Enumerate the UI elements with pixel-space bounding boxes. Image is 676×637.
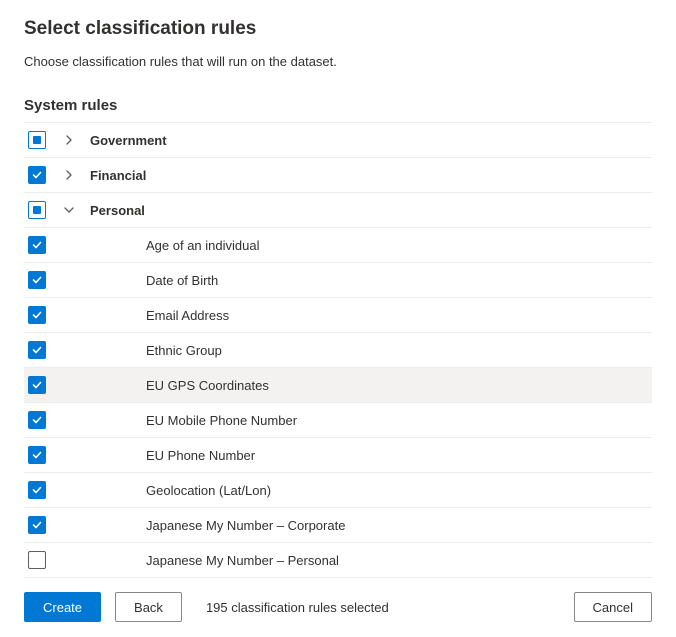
child-label: Date of Birth (146, 273, 218, 288)
checkbox-checked[interactable] (28, 271, 46, 289)
checkbox-checked[interactable] (28, 376, 46, 394)
child-row[interactable]: Email Address (24, 298, 652, 333)
checkbox-partial[interactable] (28, 131, 46, 149)
footer-bar: Create Back 195 classification rules sel… (24, 578, 652, 636)
child-row[interactable]: Japanese My Number – Corporate (24, 508, 652, 543)
child-row[interactable]: Geolocation (Lat/Lon) (24, 473, 652, 508)
child-row[interactable]: Date of Birth (24, 263, 652, 298)
category-row-personal[interactable]: Personal (24, 193, 652, 228)
checkbox-checked[interactable] (28, 516, 46, 534)
checkbox-partial[interactable] (28, 201, 46, 219)
create-button[interactable]: Create (24, 592, 101, 622)
child-label: Age of an individual (146, 238, 259, 253)
child-row[interactable]: Japanese My Number – Personal (24, 543, 652, 578)
category-row-government[interactable]: Government (24, 123, 652, 158)
child-label: EU Phone Number (146, 448, 255, 463)
category-label: Financial (90, 168, 146, 183)
child-label: Japanese My Number – Corporate (146, 518, 345, 533)
selection-status: 195 classification rules selected (206, 600, 389, 615)
section-heading: System rules (24, 97, 652, 114)
cancel-button[interactable]: Cancel (574, 592, 652, 622)
checkbox-checked[interactable] (28, 446, 46, 464)
back-button[interactable]: Back (115, 592, 182, 622)
child-row[interactable]: EU GPS Coordinates (24, 368, 652, 403)
chevron-right-icon[interactable] (62, 135, 76, 145)
child-label: EU Mobile Phone Number (146, 413, 297, 428)
child-row[interactable]: EU Mobile Phone Number (24, 403, 652, 438)
category-label: Personal (90, 203, 145, 218)
checkbox-checked[interactable] (28, 166, 46, 184)
category-row-financial[interactable]: Financial (24, 158, 652, 193)
chevron-right-icon[interactable] (62, 170, 76, 180)
checkbox-checked[interactable] (28, 411, 46, 429)
child-row[interactable]: Ethnic Group (24, 333, 652, 368)
child-label: EU GPS Coordinates (146, 378, 269, 393)
child-label: Ethnic Group (146, 343, 222, 358)
category-label: Government (90, 133, 167, 148)
chevron-down-icon[interactable] (62, 205, 76, 215)
page-title: Select classification rules (24, 18, 652, 40)
checkbox-checked[interactable] (28, 341, 46, 359)
checkbox-unchecked[interactable] (28, 551, 46, 569)
child-label: Email Address (146, 308, 229, 323)
child-row[interactable]: EU Phone Number (24, 438, 652, 473)
rule-list: Government Financial Personal Age of an … (24, 122, 652, 578)
page-subtitle: Choose classification rules that will ru… (24, 54, 652, 69)
child-row[interactable]: Age of an individual (24, 228, 652, 263)
child-label: Japanese My Number – Personal (146, 553, 339, 568)
checkbox-checked[interactable] (28, 481, 46, 499)
checkbox-checked[interactable] (28, 236, 46, 254)
checkbox-checked[interactable] (28, 306, 46, 324)
child-label: Geolocation (Lat/Lon) (146, 483, 271, 498)
personal-children: Age of an individual Date of Birth Email A… (24, 228, 652, 578)
